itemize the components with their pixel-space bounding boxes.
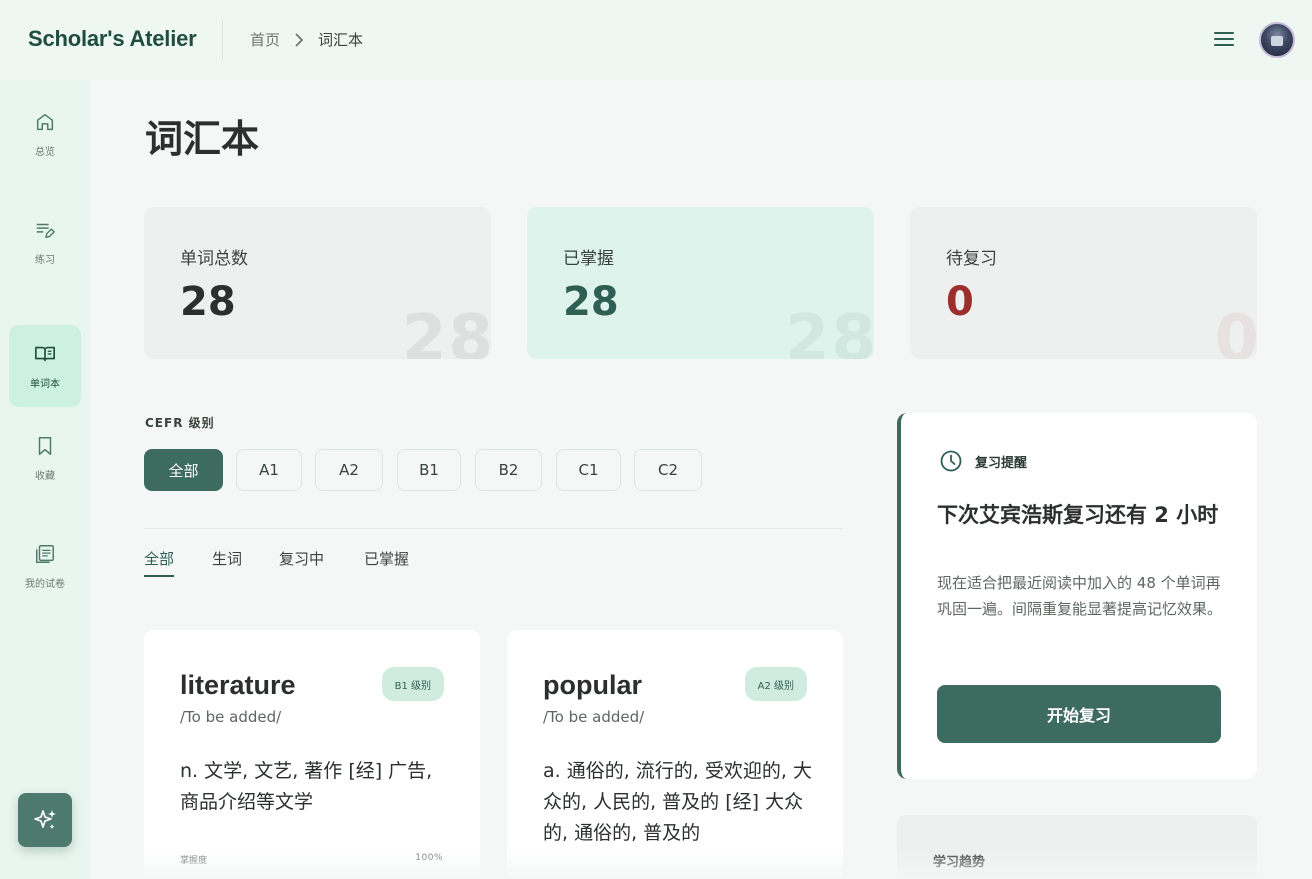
brand-logo[interactable]: Scholar's Atelier (28, 26, 197, 52)
word-phonetic: /To be added/ (180, 708, 282, 726)
menu-icon[interactable] (1214, 32, 1234, 48)
mastery-label: 掌握度 (180, 856, 208, 866)
cefr-filter-label: CEFR 级别 (145, 416, 215, 430)
word-title: popular (543, 670, 642, 700)
edit-list-icon (36, 223, 55, 238)
tab-new-words[interactable]: 生词 (212, 548, 242, 569)
page-title: 词汇本 (145, 117, 260, 161)
stat-label: 已掌握 (563, 249, 614, 269)
reminder-body: 现在适合把最近阅读中加入的 48 个单词再巩固一遍。间隔重复能显著提高记忆效果。 (937, 574, 1223, 618)
reminder-title: 下次艾宾浩斯复习还有 2 小时 (937, 503, 1219, 527)
divider (144, 528, 843, 529)
level-c1-button[interactable]: C1 (556, 449, 621, 491)
level-a2-button[interactable]: A2 (315, 449, 383, 491)
stat-card-mastered: 已掌握 28 28 (527, 207, 874, 359)
word-definition: n. 文学, 文艺, 著作 [经] 广告, 商品介绍等文学 (180, 760, 433, 813)
stat-card-total: 单词总数 28 28 (144, 207, 491, 359)
breadcrumb-current: 词汇本 (318, 31, 364, 49)
stat-label: 单词总数 (180, 249, 248, 269)
word-definition: a. 通俗的, 流行的, 受欢迎的, 大众的, 人民的, 普及的 [经] 大众的… (543, 760, 812, 844)
sidebar-item-vocabulary[interactable]: 单词本 (9, 325, 81, 407)
sidebar: 总览 练习 单词本 收藏 我的试卷 (0, 80, 90, 879)
learning-trend-card: 学习趋势 (897, 815, 1257, 879)
sidebar-item-favorites[interactable]: 收藏 (9, 417, 81, 499)
stat-watermark: 0 (1214, 302, 1257, 359)
start-review-button[interactable]: 开始复习 (937, 685, 1221, 743)
trend-title: 学习趋势 (933, 855, 986, 870)
sidebar-item-practice[interactable]: 练习 (9, 201, 81, 283)
stat-watermark: 28 (401, 302, 491, 359)
breadcrumb: 首页 词汇本 (250, 29, 363, 50)
word-card[interactable]: popular /To be added/ A2 级别 a. 通俗的, 流行的,… (507, 630, 843, 879)
sidebar-item-label: 我的试卷 (25, 578, 65, 590)
divider (222, 20, 223, 60)
chevron-right-icon (295, 32, 304, 47)
stat-label: 待复习 (946, 249, 997, 269)
word-phonetic: /To be added/ (543, 708, 645, 726)
stat-value: 28 (563, 279, 619, 325)
stat-card-pending: 待复习 0 0 (910, 207, 1257, 359)
stat-value: 28 (180, 279, 236, 325)
sidebar-item-overview[interactable]: 总览 (9, 93, 81, 175)
word-card[interactable]: literature /To be added/ B1 级别 n. 文学, 文艺… (144, 630, 480, 879)
mastery-value: 100% (415, 853, 443, 863)
sidebar-item-label: 收藏 (35, 470, 55, 482)
review-reminder-card: 复习提醒 下次艾宾浩斯复习还有 2 小时 现在适合把最近阅读中加入的 48 个单… (897, 413, 1257, 779)
sidebar-item-label: 单词本 (30, 378, 60, 390)
stat-value: 0 (946, 279, 974, 325)
tab-all[interactable]: 全部 (144, 548, 175, 577)
tab-mastered[interactable]: 已掌握 (364, 548, 409, 569)
papers-icon (36, 544, 54, 563)
level-badge: B1 级别 (381, 667, 444, 701)
breadcrumb-home[interactable]: 首页 (250, 29, 280, 50)
top-bar: Scholar's Atelier 首页 词汇本 (0, 0, 1312, 80)
level-b1-button[interactable]: B1 (397, 449, 461, 491)
stat-watermark: 28 (784, 302, 874, 359)
word-title: literature (180, 670, 296, 700)
level-b2-button[interactable]: B2 (475, 449, 542, 491)
level-a1-button[interactable]: A1 (236, 449, 302, 491)
level-badge: A2 级别 (744, 667, 807, 701)
bookmark-icon (38, 436, 52, 455)
ai-assistant-button[interactable] (18, 793, 72, 847)
avatar[interactable] (1259, 22, 1295, 58)
book-icon (35, 346, 55, 361)
level-all-button[interactable]: 全部 (144, 449, 223, 491)
home-icon (36, 113, 54, 130)
tab-reviewing[interactable]: 复习中 (279, 548, 324, 569)
sidebar-item-papers[interactable]: 我的试卷 (9, 525, 81, 607)
reminder-header: 复习提醒 (939, 449, 1027, 473)
sidebar-item-label: 总览 (35, 146, 55, 158)
level-c2-button[interactable]: C2 (634, 449, 702, 491)
sidebar-item-label: 练习 (35, 254, 55, 266)
clock-icon (940, 450, 962, 472)
reminder-tag: 复习提醒 (975, 455, 1028, 471)
sparkles-icon (34, 810, 56, 830)
